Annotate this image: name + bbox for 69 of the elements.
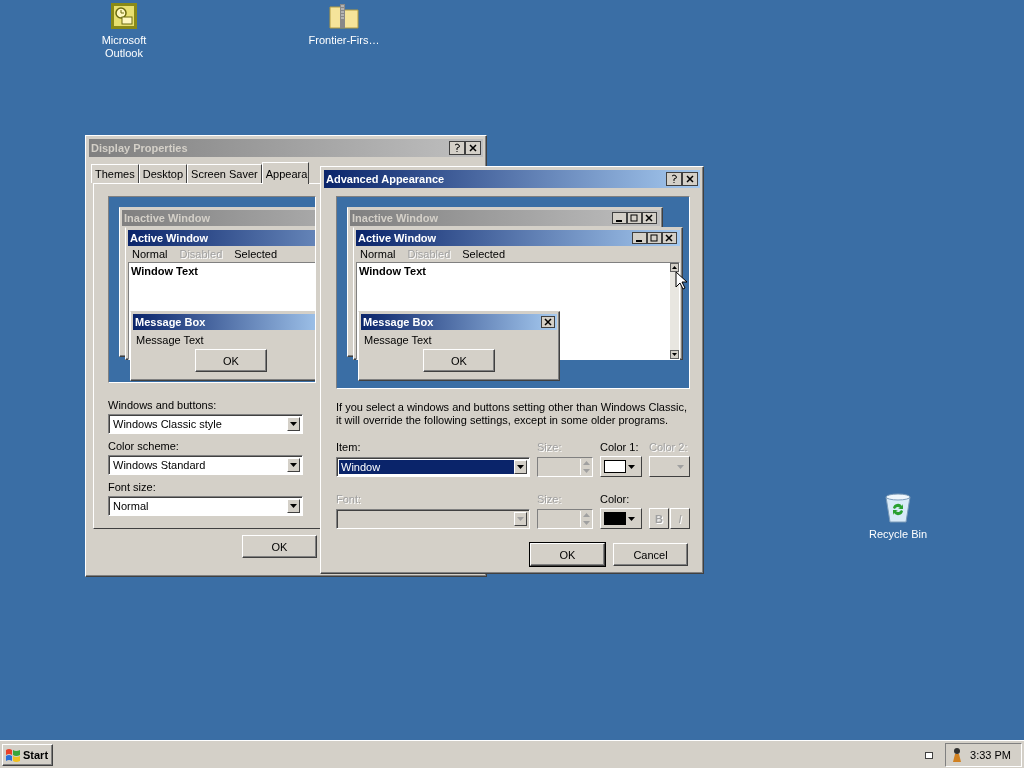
field-label: Font size: xyxy=(108,481,156,493)
window-title: Message Box xyxy=(135,316,206,328)
desktop-icon-label[interactable]: Recycle Bin xyxy=(866,528,930,541)
field-label: Windows and buttons: xyxy=(108,399,217,411)
message-text: Message Text xyxy=(135,333,205,348)
help-icon[interactable] xyxy=(666,172,682,186)
desktop-icon-label[interactable]: Frontier-Firs… xyxy=(299,34,389,47)
cancel-button[interactable]: Cancel xyxy=(613,543,688,566)
start-button[interactable]: Start xyxy=(2,743,54,766)
window-title: Inactive Window xyxy=(352,212,439,224)
field-label: Color scheme: xyxy=(108,440,179,452)
tab[interactable]: Desktop xyxy=(138,164,188,183)
window-text: Window Text xyxy=(359,265,426,277)
tray-icon[interactable] xyxy=(925,750,934,759)
clock: 3:33 PM xyxy=(970,748,1011,761)
close-icon xyxy=(541,316,555,328)
ok-button[interactable]: OK xyxy=(423,349,495,372)
caret-icon xyxy=(517,465,524,469)
spin-field[interactable] xyxy=(537,509,593,529)
dropdown[interactable]: Windows Standard xyxy=(108,455,303,475)
tab[interactable]: Screen Saver xyxy=(187,164,262,183)
message-text: Message Text xyxy=(363,333,433,348)
window-title: Active Window xyxy=(130,232,209,244)
color-picker-button[interactable] xyxy=(600,508,642,529)
window-title: Display Properties xyxy=(91,142,189,154)
help-icon[interactable] xyxy=(449,141,465,155)
caret-icon xyxy=(290,504,297,508)
windows-logo-icon xyxy=(5,747,21,762)
tab[interactable]: Appeara xyxy=(261,162,310,184)
window-text: Window Text xyxy=(131,265,198,277)
window-controls-icon xyxy=(632,232,678,244)
tab[interactable]: Themes xyxy=(91,164,139,183)
ok-button[interactable]: OK xyxy=(530,543,605,566)
menu-item[interactable]: Selected xyxy=(234,248,278,260)
spinner-arrows-icon xyxy=(582,459,590,475)
window-controls-icon xyxy=(612,212,658,224)
close-icon[interactable] xyxy=(682,172,698,186)
spinner-arrows-icon xyxy=(582,511,590,527)
caret-icon xyxy=(628,516,635,521)
menu-item[interactable]: Normal xyxy=(360,248,396,260)
caret-icon xyxy=(290,422,297,426)
window-title: Message Box xyxy=(363,316,434,328)
person-icon[interactable] xyxy=(952,746,963,763)
zipped-folder-icon[interactable] xyxy=(328,2,360,30)
ok-button[interactable]: OK xyxy=(195,349,267,372)
close-icon[interactable] xyxy=(465,141,481,155)
dropdown[interactable]: Window xyxy=(336,457,530,477)
color-picker-button[interactable] xyxy=(600,456,642,477)
ok-button[interactable]: OK xyxy=(242,535,317,558)
desktop-icon-label[interactable]: Microsoft Outlook xyxy=(92,34,156,60)
dropdown[interactable]: Windows Classic style xyxy=(108,414,303,434)
spin-field[interactable] xyxy=(537,457,593,477)
note-text: If you select a windows and buttons setting other than Windows Classic, it will override the following settings, except in some older programs. xyxy=(336,401,688,427)
field-label: Color 1: xyxy=(600,441,640,453)
window-title: Active Window xyxy=(358,232,437,244)
recycle-bin-icon[interactable] xyxy=(883,492,913,524)
field-label: Item: xyxy=(336,441,362,453)
caret-icon xyxy=(290,463,297,467)
dropdown[interactable] xyxy=(336,509,530,529)
field-label: Color: xyxy=(600,493,631,505)
window-title: Inactive Window xyxy=(124,212,211,224)
menu-item[interactable]: Selected xyxy=(462,248,506,260)
outlook-icon[interactable] xyxy=(110,2,138,30)
caret-icon xyxy=(517,517,524,521)
caret-icon xyxy=(628,464,635,469)
caret-icon xyxy=(677,464,684,469)
window-title: Advanced Appearance xyxy=(326,173,446,185)
dropdown[interactable]: Normal xyxy=(108,496,303,516)
menu-item[interactable]: Normal xyxy=(132,248,168,260)
